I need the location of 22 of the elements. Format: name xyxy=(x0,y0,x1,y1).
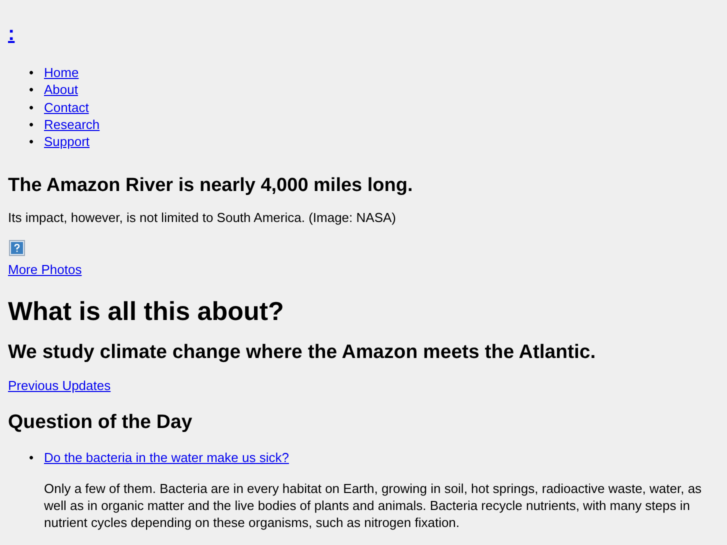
previous-updates-link[interactable]: Previous Updates xyxy=(8,378,111,394)
site-link[interactable]: : xyxy=(8,23,15,45)
broken-image-icon xyxy=(9,240,25,256)
feature-heading: The Amazon River is nearly 4,000 miles long. xyxy=(8,174,414,198)
nav-link[interactable]: Home xyxy=(44,65,79,80)
section-heading: What is all this about? xyxy=(8,295,285,328)
image-caption: Its impact, however, is not limited to South America. (Image: NASA) xyxy=(8,210,397,226)
bullet: • xyxy=(29,133,34,150)
bullet: • xyxy=(29,64,34,82)
more-photos-link[interactable]: More Photos xyxy=(8,262,82,278)
bullet: • xyxy=(29,81,34,99)
section-subheading: We study climate change where the Amazon meets the Atlantic. xyxy=(8,340,597,366)
bullet: • xyxy=(29,98,34,116)
nav-link[interactable]: Contact xyxy=(44,100,89,115)
nav-link[interactable]: About xyxy=(44,82,78,98)
bullet: • xyxy=(29,116,34,134)
question-link[interactable]: Do the bacteria in the water make us sick? xyxy=(44,450,289,466)
question-heading: Question of the Day xyxy=(8,410,194,436)
bullet: • xyxy=(29,449,34,466)
nav-link[interactable]: Research xyxy=(44,116,100,132)
answer-text: Only a few of them. Bacteria are in every habitat on Earth, growing in soil, hot springs, radioactive waste, water, as well as in organic matter and the live bodies of plants and animals. Bacteria recycle nutrients, with many steps in nutrient cycles depending on these organisms, such as nitrogen fixation. xyxy=(44,480,703,532)
nav-link[interactable]: Support xyxy=(44,134,90,150)
